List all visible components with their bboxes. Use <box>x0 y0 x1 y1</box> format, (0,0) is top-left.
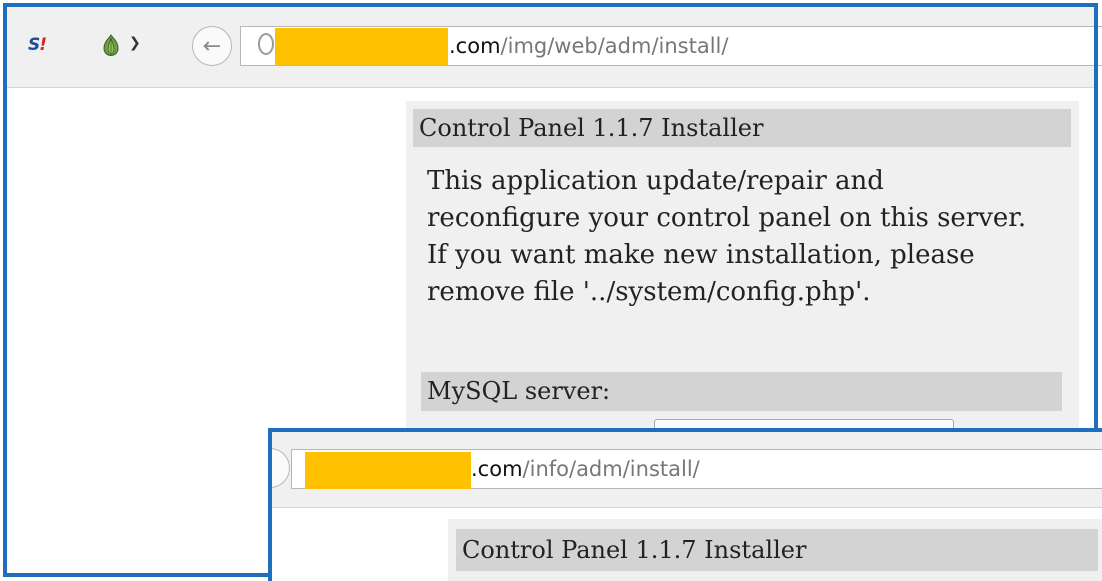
chevron-down-icon[interactable]: ❯ <box>129 35 141 51</box>
installer-description: This application update/repair and recon… <box>427 166 1027 307</box>
onion-icon[interactable] <box>100 33 122 57</box>
stumbleupon-icon[interactable]: S! <box>28 35 47 55</box>
redaction-box <box>275 28 448 65</box>
panel-title: Control Panel 1.1.7 Installer <box>456 529 1098 571</box>
url-domain: .com <box>471 457 523 481</box>
url-text[interactable]: .com/info/adm/install/ <box>471 457 700 481</box>
url-path: /img/web/adm/install/ <box>500 34 729 58</box>
url-path: /info/adm/install/ <box>522 457 700 481</box>
screenshot-inset: .com/info/adm/install/ Control Panel 1.1… <box>268 428 1102 581</box>
globe-icon[interactable] <box>258 33 274 55</box>
panel-title: Control Panel 1.1.7 Installer <box>413 109 1071 147</box>
url-text[interactable]: .com/img/web/adm/install/ <box>449 34 728 58</box>
back-arrow-icon[interactable]: ← <box>192 26 232 66</box>
redaction-box <box>305 452 471 489</box>
section-heading-mysql: MySQL server: <box>421 372 1062 411</box>
url-domain: .com <box>449 34 501 58</box>
